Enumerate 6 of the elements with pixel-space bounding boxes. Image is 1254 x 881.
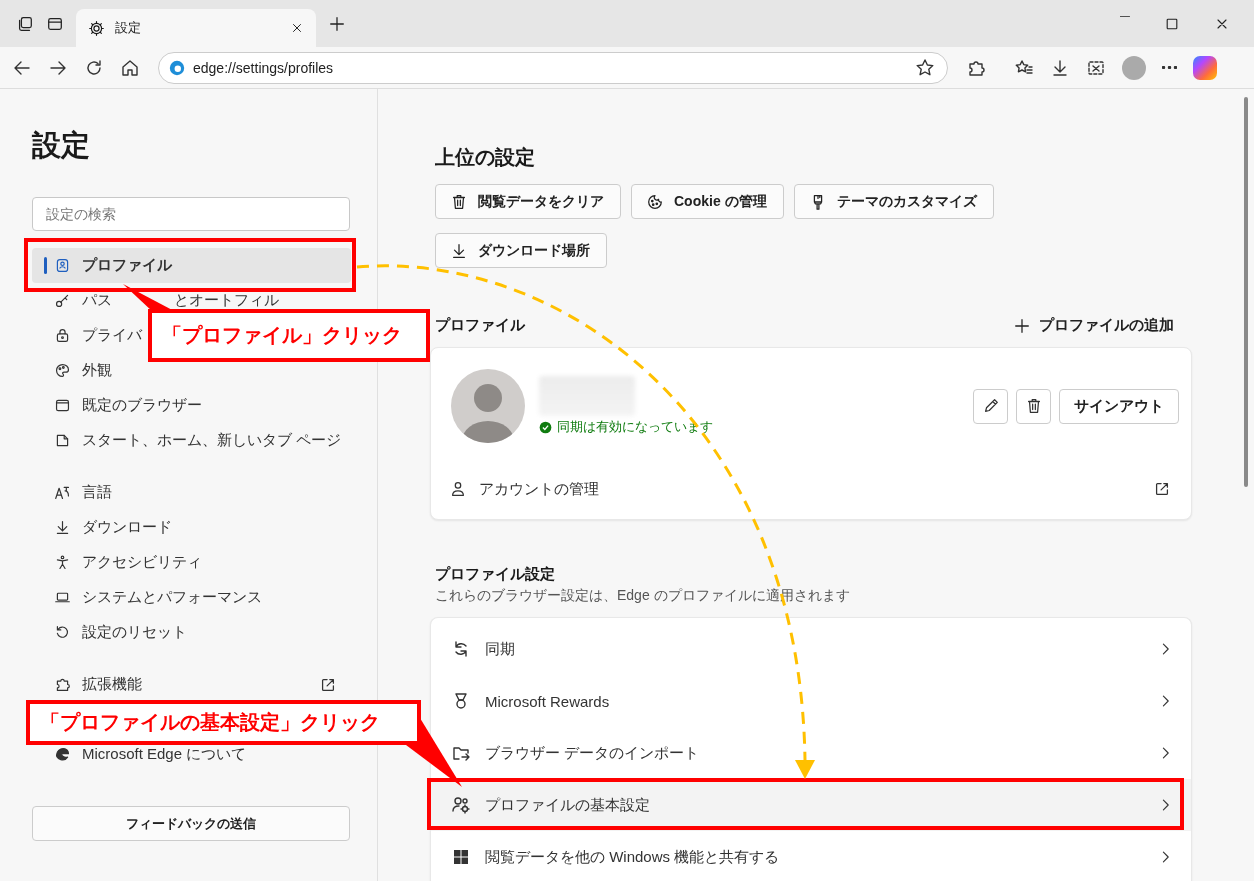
settings-title: 設定 bbox=[32, 128, 91, 163]
annotation-tooltip: 「プロファイル」クリック bbox=[148, 309, 430, 362]
annotation-tooltip: 「プロファイルの基本設定」クリック bbox=[26, 700, 421, 745]
section-title: プロファイル設定 bbox=[435, 565, 556, 584]
section-title: 上位の設定 bbox=[435, 145, 536, 170]
section-title: プロファイル bbox=[435, 316, 525, 335]
